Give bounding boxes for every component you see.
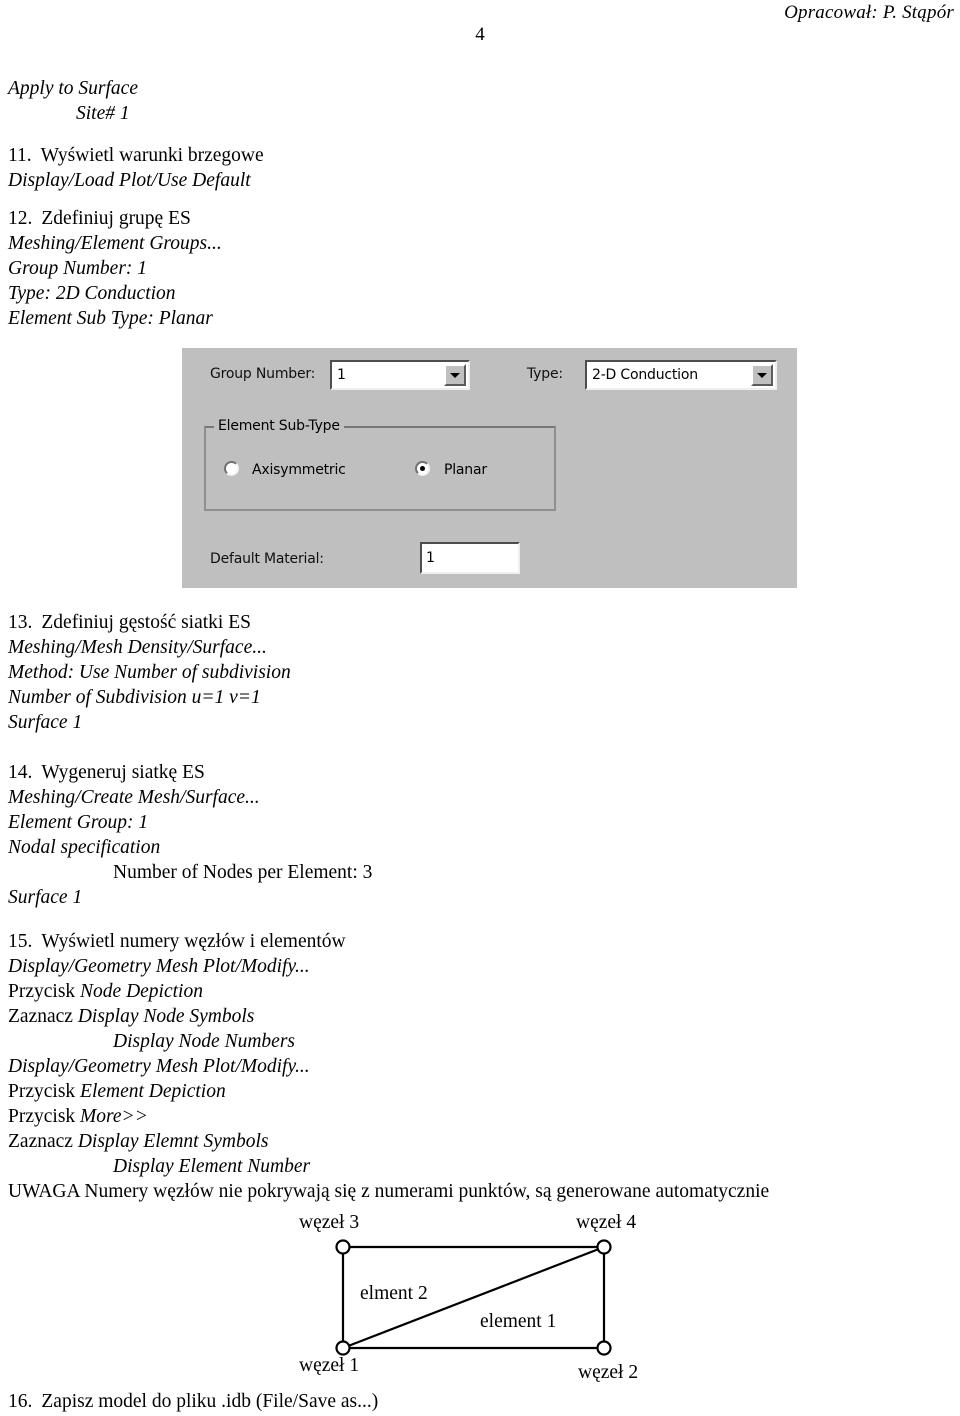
axisymmetric-label[interactable]: Axisymmetric	[252, 462, 346, 478]
step-13-line-3: Number of Subdivision u=1 v=1	[8, 687, 261, 708]
step-11-number: 11.	[8, 145, 32, 166]
mesh-node-3	[335, 1239, 351, 1255]
chevron-down-icon[interactable]	[751, 364, 773, 386]
mesh-node-1-label: węzeł 1	[299, 1355, 360, 1376]
mesh-node-4	[596, 1239, 612, 1255]
planar-label[interactable]: Planar	[444, 462, 487, 478]
step-16-title: Zapisz model do pliku .idb (File/Save as…	[41, 1391, 379, 1412]
mesh-element-2-label: elment 2	[360, 1283, 428, 1304]
step-15-line-6-prefix: Przycisk	[8, 1081, 81, 1102]
page-number: 4	[475, 24, 485, 45]
step-12-line-2: Group Number: 1	[8, 258, 148, 279]
step-15-line-6: Przycisk Element Depiction	[8, 1079, 769, 1104]
step-15-line-2: Przycisk Node Depiction	[8, 979, 769, 1004]
planar-radio[interactable]	[415, 461, 430, 476]
default-material-input[interactable]: 1	[420, 542, 520, 574]
step-15-line-5: Display/Geometry Mesh Plot/Modify...	[8, 1056, 310, 1077]
chevron-down-icon[interactable]	[444, 364, 466, 386]
step-13-line-4: Surface 1	[8, 712, 83, 733]
mesh-element-1-label: element 1	[480, 1311, 557, 1332]
step-14-line-1: Meshing/Create Mesh/Surface...	[8, 787, 260, 808]
header-author: Opracował: P. Stąpór	[784, 2, 954, 23]
step-15-line-2-emph: Node Depiction	[80, 981, 203, 1002]
step-15-line-4: Display Node Numbers	[113, 1031, 295, 1052]
step-14-line-5: Surface 1	[8, 887, 83, 908]
step-15-line-3: Zaznacz Display Node Symbols	[8, 1004, 769, 1029]
step-14-block: 14. Wygeneruj siatkę ES Meshing/Create Me…	[8, 760, 372, 910]
step-14-line-3: Nodal specification	[8, 837, 161, 858]
step-15-line-8-emph: Display Elemnt Symbols	[77, 1131, 269, 1152]
step-16-heading: 16. Zapisz model do pliku .idb (File/Save…	[8, 1389, 378, 1414]
element-groups-dialog[interactable]: Group Number: 1 Type: 2-D Conduction Ele…	[182, 348, 797, 588]
document-page: Opracował: P. Stąpór 4 Apply to Surface …	[0, 0, 960, 1416]
group-number-value: 1	[337, 367, 346, 383]
step-14-heading: 14. Wygeneruj siatkę ES	[8, 760, 372, 785]
step-14-line-4: Number of Nodes per Element: 3	[113, 862, 373, 883]
step-15-line-7: Przycisk More>>	[8, 1104, 769, 1129]
default-material-label: Default Material:	[210, 551, 324, 567]
mesh-diagram: węzeł 3 węzeł 4 węzeł 1 węzeł 2 elment 2…	[280, 1205, 700, 1395]
step-16-block: 16. Zapisz model do pliku .idb (File/Save…	[8, 1389, 378, 1414]
mesh-node-3-label: węzeł 3	[299, 1212, 360, 1233]
type-value: 2-D Conduction	[592, 367, 698, 383]
step-14-title: Wygeneruj siatkę ES	[41, 762, 205, 783]
step-15-line-1: Display/Geometry Mesh Plot/Modify...	[8, 956, 310, 977]
site-number-line: Site# 1	[76, 103, 130, 124]
step-12-line-3: Type: 2D Conduction	[8, 283, 176, 304]
default-material-value: 1	[426, 550, 435, 566]
group-number-combobox[interactable]: 1	[330, 360, 470, 390]
step-14-line-2: Element Group: 1	[8, 812, 149, 833]
step-14-number: 14.	[8, 762, 33, 783]
step-15-heading: 15. Wyświetl numery węzłów i elementów	[8, 929, 769, 954]
mesh-node-4-label: węzeł 4	[576, 1212, 637, 1233]
step-13-line-2: Method: Use Number of subdivision	[8, 662, 291, 683]
step-15-line-2-prefix: Przycisk	[8, 981, 81, 1002]
type-label: Type:	[527, 366, 563, 382]
step-15-line-3-prefix: Zaznacz	[8, 1006, 78, 1027]
group-number-label: Group Number:	[210, 366, 316, 382]
step-15-number: 15.	[8, 931, 33, 952]
step-13-heading: 13. Zdefiniuj gęstość siatki ES	[8, 610, 291, 635]
step-15-line-9: Display Element Number	[113, 1156, 311, 1177]
step-13-number: 13.	[8, 612, 33, 633]
mesh-node-2	[596, 1340, 612, 1356]
step-13-block: 13. Zdefiniuj gęstość siatki ES Meshing/M…	[8, 610, 291, 735]
step-15-line-6-emph: Element Depiction	[80, 1081, 226, 1102]
step-15-line-8-prefix: Zaznacz	[8, 1131, 78, 1152]
apply-to-surface-line: Apply to Surface	[8, 78, 138, 99]
step-15-line-7-prefix: Przycisk	[8, 1106, 81, 1127]
step-11-title: Wyświetl warunki brzegowe	[40, 145, 264, 166]
type-combobox[interactable]: 2-D Conduction	[585, 360, 777, 390]
apply-to-surface-block: Apply to Surface Site# 1	[8, 76, 138, 126]
step-13-title: Zdefiniuj gęstość siatki ES	[41, 612, 251, 633]
step-15-title: Wyświetl numery węzłów i elementów	[41, 931, 346, 952]
step-15-line-8: Zaznacz Display Elemnt Symbols	[8, 1129, 769, 1154]
element-sub-type-legend: Element Sub-Type	[214, 418, 344, 434]
step-12-heading: 12. Zdefiniuj grupę ES	[8, 206, 222, 231]
step-12-title: Zdefiniuj grupę ES	[41, 208, 191, 229]
step-12-block: 12. Zdefiniuj grupę ES Meshing/Element Gr…	[8, 206, 222, 331]
step-15-note: UWAGA Numery węzłów nie pokrywają się z …	[8, 1181, 770, 1202]
step-11-block: 11. Wyświetl warunki brzegowe Display/Loa…	[8, 143, 264, 193]
step-15-line-3-emph: Display Node Symbols	[77, 1006, 255, 1027]
step-13-line-1: Meshing/Mesh Density/Surface...	[8, 637, 267, 658]
step-15-line-7-emph: More>>	[80, 1106, 148, 1127]
mesh-node-1	[335, 1340, 351, 1356]
step-11-heading: 11. Wyświetl warunki brzegowe	[8, 143, 264, 168]
axisymmetric-radio[interactable]	[224, 461, 239, 476]
step-15-block: 15. Wyświetl numery węzłów i elementów Di…	[8, 929, 769, 1204]
step-12-line-1: Meshing/Element Groups...	[8, 233, 222, 254]
step-12-number: 12.	[8, 208, 33, 229]
mesh-node-2-label: węzeł 2	[578, 1362, 639, 1383]
step-16-number: 16.	[8, 1391, 33, 1412]
step-11-line-1: Display/Load Plot/Use Default	[8, 170, 251, 191]
step-12-line-4: Element Sub Type: Planar	[8, 308, 213, 329]
